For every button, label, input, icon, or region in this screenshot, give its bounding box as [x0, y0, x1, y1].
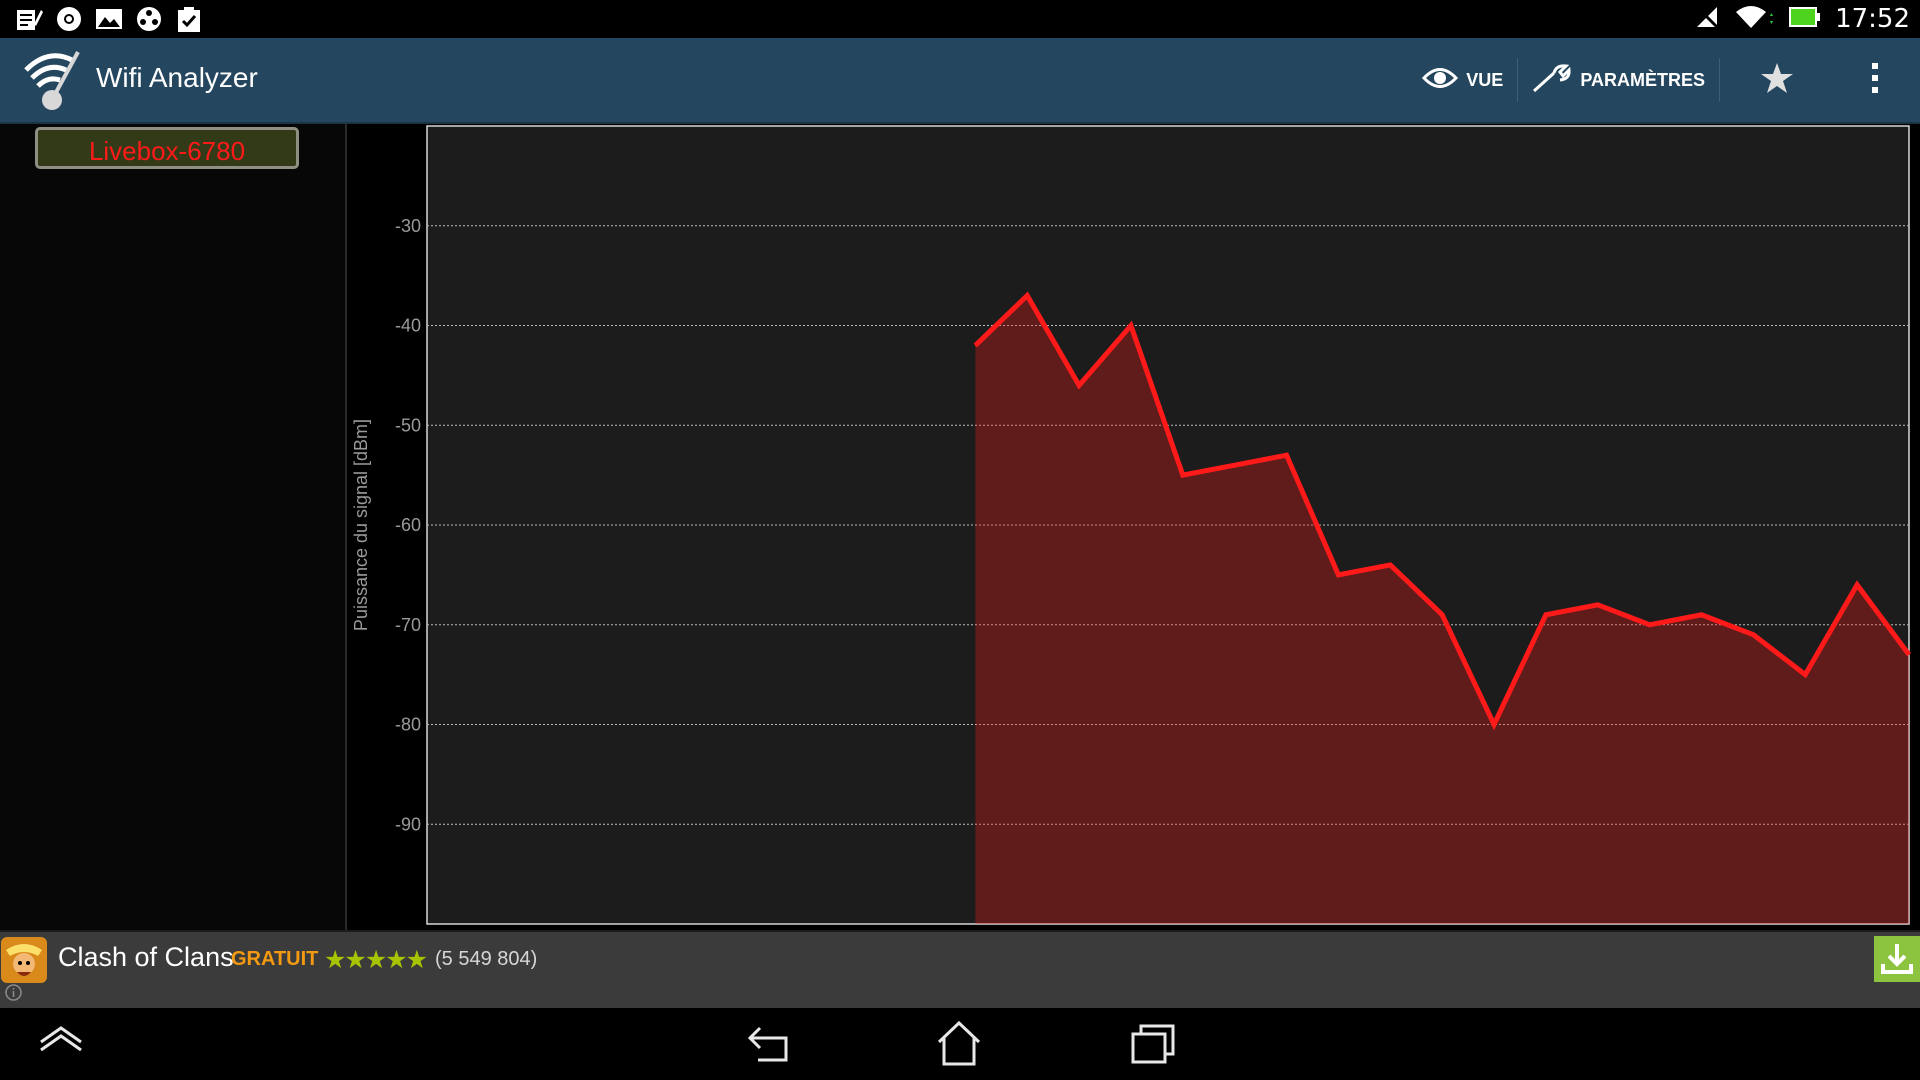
signal-strength-chart: -30 -40 -50 -60 -70 -80 -90 Puissance du signa… — [351, 125, 1912, 925]
wrench-icon — [1532, 63, 1572, 98]
data-point — [1701, 614, 1703, 616]
hide-keyboard-icon[interactable] — [38, 1020, 84, 1068]
notification-icons — [14, 4, 204, 34]
home-icon[interactable] — [936, 1020, 982, 1068]
chrome-icon — [54, 4, 84, 34]
system-status: 17:52 — [1695, 0, 1910, 38]
app-title: Wifi Analyzer — [96, 62, 258, 93]
recent-apps-icon[interactable] — [1130, 1020, 1176, 1068]
clock: 17:52 — [1835, 4, 1910, 34]
download-icon[interactable] — [1874, 936, 1920, 982]
y-tick-label: -60 — [395, 515, 421, 535]
data-point — [1389, 564, 1391, 566]
data-point — [1286, 454, 1288, 456]
more-vertical-icon — [1870, 62, 1880, 99]
network-list-panel: Livebox-6780 — [0, 124, 347, 930]
data-point — [1026, 295, 1028, 297]
eye-icon — [1422, 67, 1459, 94]
signal-muted-icon — [1695, 5, 1721, 34]
overflow-menu-button[interactable] — [1834, 38, 1920, 122]
wifi-analyzer-logo-icon[interactable] — [16, 44, 92, 116]
status-bar: 17:52 — [0, 0, 1920, 38]
star-icon — [1760, 62, 1794, 99]
data-point — [1182, 474, 1184, 476]
clipboard-check-icon — [174, 4, 204, 34]
media-icon — [134, 4, 164, 34]
action-buttons: VUE PARAMÈTRES — [1408, 38, 1920, 122]
y-axis-ticks: -30 -40 -50 -60 -70 -80 -90 — [395, 216, 421, 835]
view-button[interactable]: VUE — [1408, 38, 1517, 122]
settings-button-label: PARAMÈTRES — [1580, 69, 1705, 90]
y-tick-label: -90 — [395, 814, 421, 834]
data-point — [1649, 624, 1651, 626]
gallery-icon — [94, 4, 124, 34]
y-axis-label: Puissance du signal [dBm] — [351, 419, 371, 631]
data-point — [1234, 464, 1236, 466]
wifi-icon — [1735, 4, 1775, 35]
ad-rating-count: (5 549 804) — [435, 948, 538, 970]
network-ssid-button[interactable]: Livebox-6780 — [35, 127, 299, 169]
data-point — [1078, 384, 1080, 386]
data-point — [1804, 674, 1806, 676]
ad-price: GRATUIT — [231, 948, 319, 970]
y-tick-label: -40 — [395, 316, 421, 336]
view-button-label: VUE — [1466, 69, 1504, 90]
back-icon[interactable] — [746, 1020, 790, 1068]
data-point — [974, 344, 976, 346]
data-point — [1597, 604, 1599, 606]
ad-banner[interactable]: Clash of Clans GRATUIT ★★★★★ (5 549 804) — [0, 930, 1920, 1010]
data-point — [1908, 654, 1910, 656]
data-point — [1441, 614, 1443, 616]
y-tick-label: -70 — [395, 615, 421, 635]
data-point — [1337, 574, 1339, 576]
favorite-button[interactable] — [1720, 38, 1834, 122]
ad-app-title[interactable]: Clash of Clans — [58, 942, 234, 973]
data-point — [1545, 614, 1547, 616]
y-tick-label: -30 — [395, 216, 421, 236]
data-point — [1493, 724, 1495, 725]
ad-rating-stars: ★★★★★ — [324, 946, 428, 974]
clash-of-clans-app-icon[interactable] — [0, 936, 48, 984]
data-point — [1752, 634, 1754, 636]
data-point — [1130, 325, 1132, 326]
notes-icon — [14, 4, 44, 34]
battery-icon — [1789, 6, 1821, 33]
data-point — [1856, 584, 1858, 586]
ad-info-icon[interactable] — [5, 984, 22, 1001]
navigation-bar — [0, 1008, 1920, 1080]
settings-button[interactable]: PARAMÈTRES — [1518, 38, 1719, 122]
action-bar: Wifi Analyzer VUE PARAMÈTRES — [0, 38, 1920, 124]
y-tick-label: -80 — [395, 715, 421, 735]
y-tick-label: -50 — [395, 415, 421, 435]
